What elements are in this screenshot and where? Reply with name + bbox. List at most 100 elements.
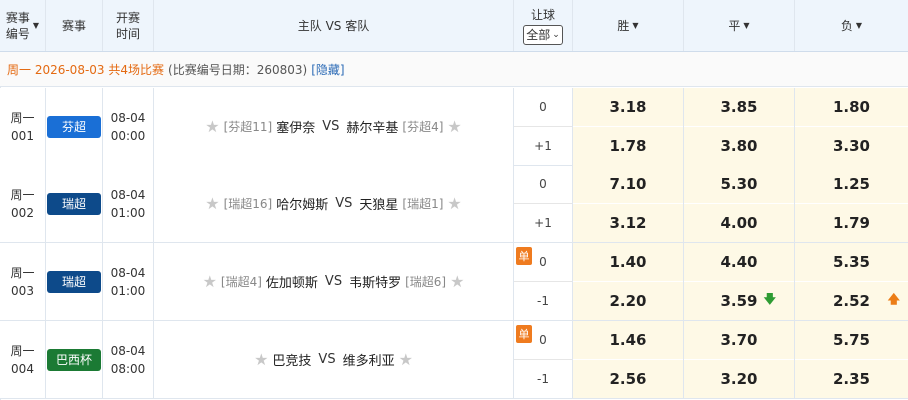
arrow-up-icon: 🡅	[887, 292, 900, 307]
odds-value: 4.40	[720, 252, 758, 271]
odds-value: 1.25	[832, 174, 870, 193]
away-team[interactable]: 维多利亚	[343, 350, 395, 369]
match-day: 周一	[10, 265, 35, 280]
odds-value: 5.30	[720, 174, 758, 193]
star-icon[interactable]: ★	[205, 194, 219, 213]
match-number: 周一 004	[0, 321, 46, 398]
odds-button[interactable]: 2.35	[795, 359, 908, 398]
odds-button[interactable]: 1.46	[573, 321, 683, 360]
header-lose-label: 负	[840, 18, 853, 33]
match-num: 001	[11, 128, 34, 143]
match-row: 周一 004 巴西杯 08-04 08:00 ★ 巴竞技 VS 维多利亚 ★ 单…	[0, 321, 908, 399]
odds-value: 2.35	[832, 369, 870, 388]
odds-value: 3.18	[609, 97, 647, 116]
star-icon[interactable]: ★	[450, 272, 464, 291]
match-league-cell: 瑞超	[46, 243, 103, 320]
odds-button[interactable]: 5.75	[795, 321, 908, 360]
match-clock: 01:00	[110, 283, 146, 298]
odds-button[interactable]: 1.79	[795, 203, 908, 242]
odds-value: 1.79	[832, 213, 870, 232]
odds-button[interactable]: 1.40	[573, 243, 683, 282]
header-num-line2: 编号	[5, 26, 30, 41]
league-badge[interactable]: 巴西杯	[47, 348, 101, 371]
hide-link[interactable]: [隐藏]	[311, 61, 344, 78]
star-icon[interactable]: ★	[447, 194, 461, 213]
home-rank: [瑞超16]	[223, 197, 273, 211]
odds-button[interactable]: 3.59 🡇	[684, 281, 794, 320]
away-rank: [瑞超1]	[402, 197, 444, 211]
away-rank: [瑞超6]	[405, 275, 447, 289]
header-num[interactable]: 赛事 编号 ▼	[0, 0, 46, 51]
star-icon[interactable]: ★	[205, 117, 219, 136]
match-row: 周一 003 瑞超 08-04 01:00 ★ [瑞超4] 佐加顿斯 VS 韦斯…	[0, 243, 908, 321]
star-icon[interactable]: ★	[447, 117, 461, 136]
handicap-select[interactable]: 全部 ⌄	[523, 24, 563, 45]
single-badge: 单	[516, 325, 532, 343]
away-team[interactable]: 韦斯特罗	[349, 272, 401, 291]
home-rank: [芬超11]	[223, 120, 273, 134]
odds-button[interactable]: 5.35	[795, 243, 908, 282]
match-clock: 00:00	[110, 128, 146, 143]
handicap-cell: 0 +1	[514, 88, 573, 165]
league-badge[interactable]: 瑞超	[47, 270, 101, 293]
odds-button[interactable]: 5.30	[684, 165, 794, 204]
odds-button[interactable]: 7.10	[573, 165, 683, 204]
odds-button[interactable]: 4.40	[684, 243, 794, 282]
star-icon[interactable]: ★	[203, 272, 217, 291]
home-team[interactable]: 佐加顿斯	[266, 272, 318, 291]
odds-button[interactable]: 3.80	[684, 126, 794, 165]
odds-value: 3.80	[720, 136, 758, 155]
odds-button[interactable]: 3.85	[684, 88, 794, 127]
star-icon[interactable]: ★	[254, 350, 268, 369]
handicap-value: -1	[537, 371, 549, 386]
star-icon[interactable]: ★	[399, 350, 413, 369]
odds-column-lose: 1.25 1.79	[795, 165, 908, 242]
home-team[interactable]: 哈尔姆斯	[276, 194, 328, 213]
handicap-value: 0	[514, 88, 572, 127]
header-win[interactable]: 胜 ▼	[573, 0, 684, 51]
odds-button[interactable]: 1.25	[795, 165, 908, 204]
odds-column-win: 1.46 2.56	[573, 321, 684, 398]
home-team[interactable]: 塞伊奈	[276, 117, 315, 136]
odds-column-lose: 5.35 2.52 🡅	[795, 243, 908, 320]
odds-button[interactable]: 3.18	[573, 88, 683, 127]
match-num: 003	[11, 283, 34, 298]
odds-button[interactable]: 2.52 🡅	[795, 281, 908, 320]
odds-column-draw: 3.85 3.80	[684, 88, 795, 165]
match-time: 08-04 01:00	[103, 243, 154, 320]
date-id-info: (比赛编号日期：260803)	[168, 62, 308, 77]
header-num-line1: 赛事	[5, 10, 30, 25]
away-team[interactable]: 天狼星	[359, 194, 398, 213]
odds-button[interactable]: 4.00	[684, 203, 794, 242]
match-league-cell: 芬超	[46, 88, 103, 165]
odds-button[interactable]: 3.70	[684, 321, 794, 360]
away-team[interactable]: 赫尔辛基	[346, 117, 398, 136]
odds-value: 3.59	[720, 291, 758, 310]
header-handicap: 让球 全部 ⌄	[514, 0, 573, 51]
caret-down-icon[interactable]: ▼	[33, 18, 39, 34]
odds-button[interactable]: 1.80	[795, 88, 908, 127]
league-badge[interactable]: 瑞超	[47, 192, 101, 215]
date-info: 周一 2026-08-03 共4场比赛	[7, 62, 165, 77]
odds-button[interactable]: 2.20	[573, 281, 683, 320]
league-badge[interactable]: 芬超	[47, 115, 101, 138]
chevron-down-icon: ⌄	[552, 29, 560, 40]
header-draw[interactable]: 平 ▼	[684, 0, 795, 51]
match-number: 周一 003	[0, 243, 46, 320]
match-teams: ★ 巴竞技 VS 维多利亚 ★	[154, 321, 514, 398]
header-win-label: 胜	[617, 18, 630, 33]
match-clock: 08:00	[110, 361, 146, 376]
odds-button[interactable]: 3.12	[573, 203, 683, 242]
odds-button[interactable]: 2.56	[573, 359, 683, 398]
odds-button[interactable]: 1.78	[573, 126, 683, 165]
odds-value: 1.40	[609, 252, 647, 271]
header-match: 主队 VS 客队	[154, 0, 514, 51]
header-lose[interactable]: 负 ▼	[795, 0, 908, 51]
arrow-down-icon: 🡇	[763, 292, 776, 307]
odds-column-lose: 1.80 3.30	[795, 88, 908, 165]
odds-button[interactable]: 3.30	[795, 126, 908, 165]
match-num: 002	[11, 205, 34, 220]
home-team[interactable]: 巴竞技	[272, 350, 311, 369]
odds-button[interactable]: 3.20	[684, 359, 794, 398]
match-clock: 01:00	[110, 205, 146, 220]
